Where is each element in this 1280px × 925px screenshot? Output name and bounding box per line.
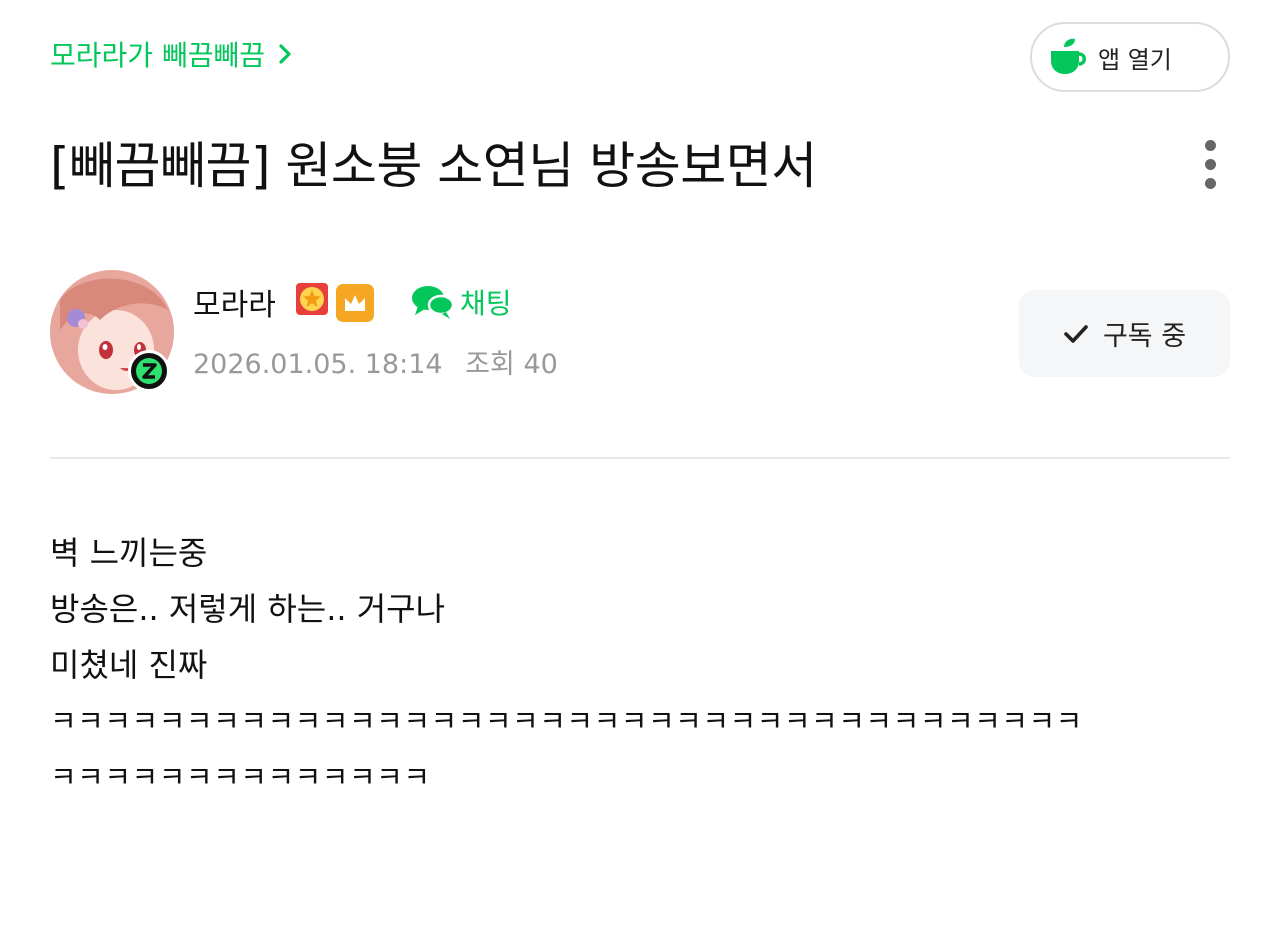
post-body: 벽 느끼는중 방송은.. 저렇게 하는.. 거구나 미쳤네 진짜 ㅋㅋㅋㅋㅋㅋㅋ… (50, 525, 1230, 805)
subscribe-label: 구독 중 (1102, 321, 1187, 352)
body-line: 방송은.. 저렇게 하는.. 거구나 (50, 590, 446, 628)
post-title: [빼끔빼끔] 원소붕 소연님 방송보면서 (50, 137, 817, 195)
post-meta: 2026.01.05. 18:14 조회 40 (193, 342, 558, 381)
more-options-button[interactable] (1198, 140, 1222, 196)
check-icon (1064, 324, 1088, 343)
post-page: 모라라가 빼끔빼끔 앱 열기 [빼끔빼끔] 원소붕 소연님 방송보면서 모라라 … (50, 0, 1230, 925)
divider (50, 457, 1230, 459)
chat-link[interactable]: 채팅 (410, 282, 512, 322)
views-label: 조회 (465, 349, 515, 380)
chevron-right-icon (279, 44, 291, 64)
body-line: 벽 느끼는중 (50, 534, 208, 572)
body-line: 미쳤네 진짜 (50, 646, 208, 684)
cafe-link-label: 모라라가 빼끔빼끔 (50, 39, 265, 72)
body-line: ㅋㅋㅋㅋㅋㅋㅋㅋㅋㅋㅋㅋㅋㅋㅋㅋㅋㅋㅋㅋㅋㅋㅋㅋㅋㅋㅋㅋㅋㅋㅋㅋㅋㅋㅋㅋㅋㅋ (50, 704, 1083, 738)
author-name[interactable]: 모라라 (193, 280, 276, 324)
crown-icon (336, 284, 374, 322)
app-open-button[interactable]: 앱 열기 (1030, 22, 1230, 92)
top-bar: 모라라가 빼끔빼끔 앱 열기 (50, 22, 1230, 96)
body-line: ㅋㅋㅋㅋㅋㅋㅋㅋㅋㅋㅋㅋㅋㅋ (50, 760, 431, 794)
subscribe-button[interactable]: 구독 중 (1019, 290, 1230, 377)
views-count: 40 (523, 349, 558, 380)
chat-bubbles-icon (412, 286, 455, 319)
title-row: [빼끔빼끔] 원소붕 소연님 방송보면서 (50, 130, 1230, 206)
more-vertical-icon (1204, 140, 1216, 151)
chat-label: 채팅 (460, 287, 512, 320)
cafe-link[interactable]: 모라라가 빼끔빼끔 (50, 34, 295, 74)
more-dot (1204, 178, 1216, 189)
avatar-badge-icon (128, 350, 170, 392)
more-dot (1204, 159, 1216, 170)
app-open-label: 앱 열기 (1098, 45, 1172, 74)
post-date: 2026.01.05. 18:14 (193, 349, 443, 380)
coffee-cup-icon (1051, 38, 1086, 74)
level-emblem-icon (296, 283, 328, 315)
author-info: 모라라 채팅 2026.01.05. 18:14 조회 40 구독 중 (50, 270, 1230, 396)
